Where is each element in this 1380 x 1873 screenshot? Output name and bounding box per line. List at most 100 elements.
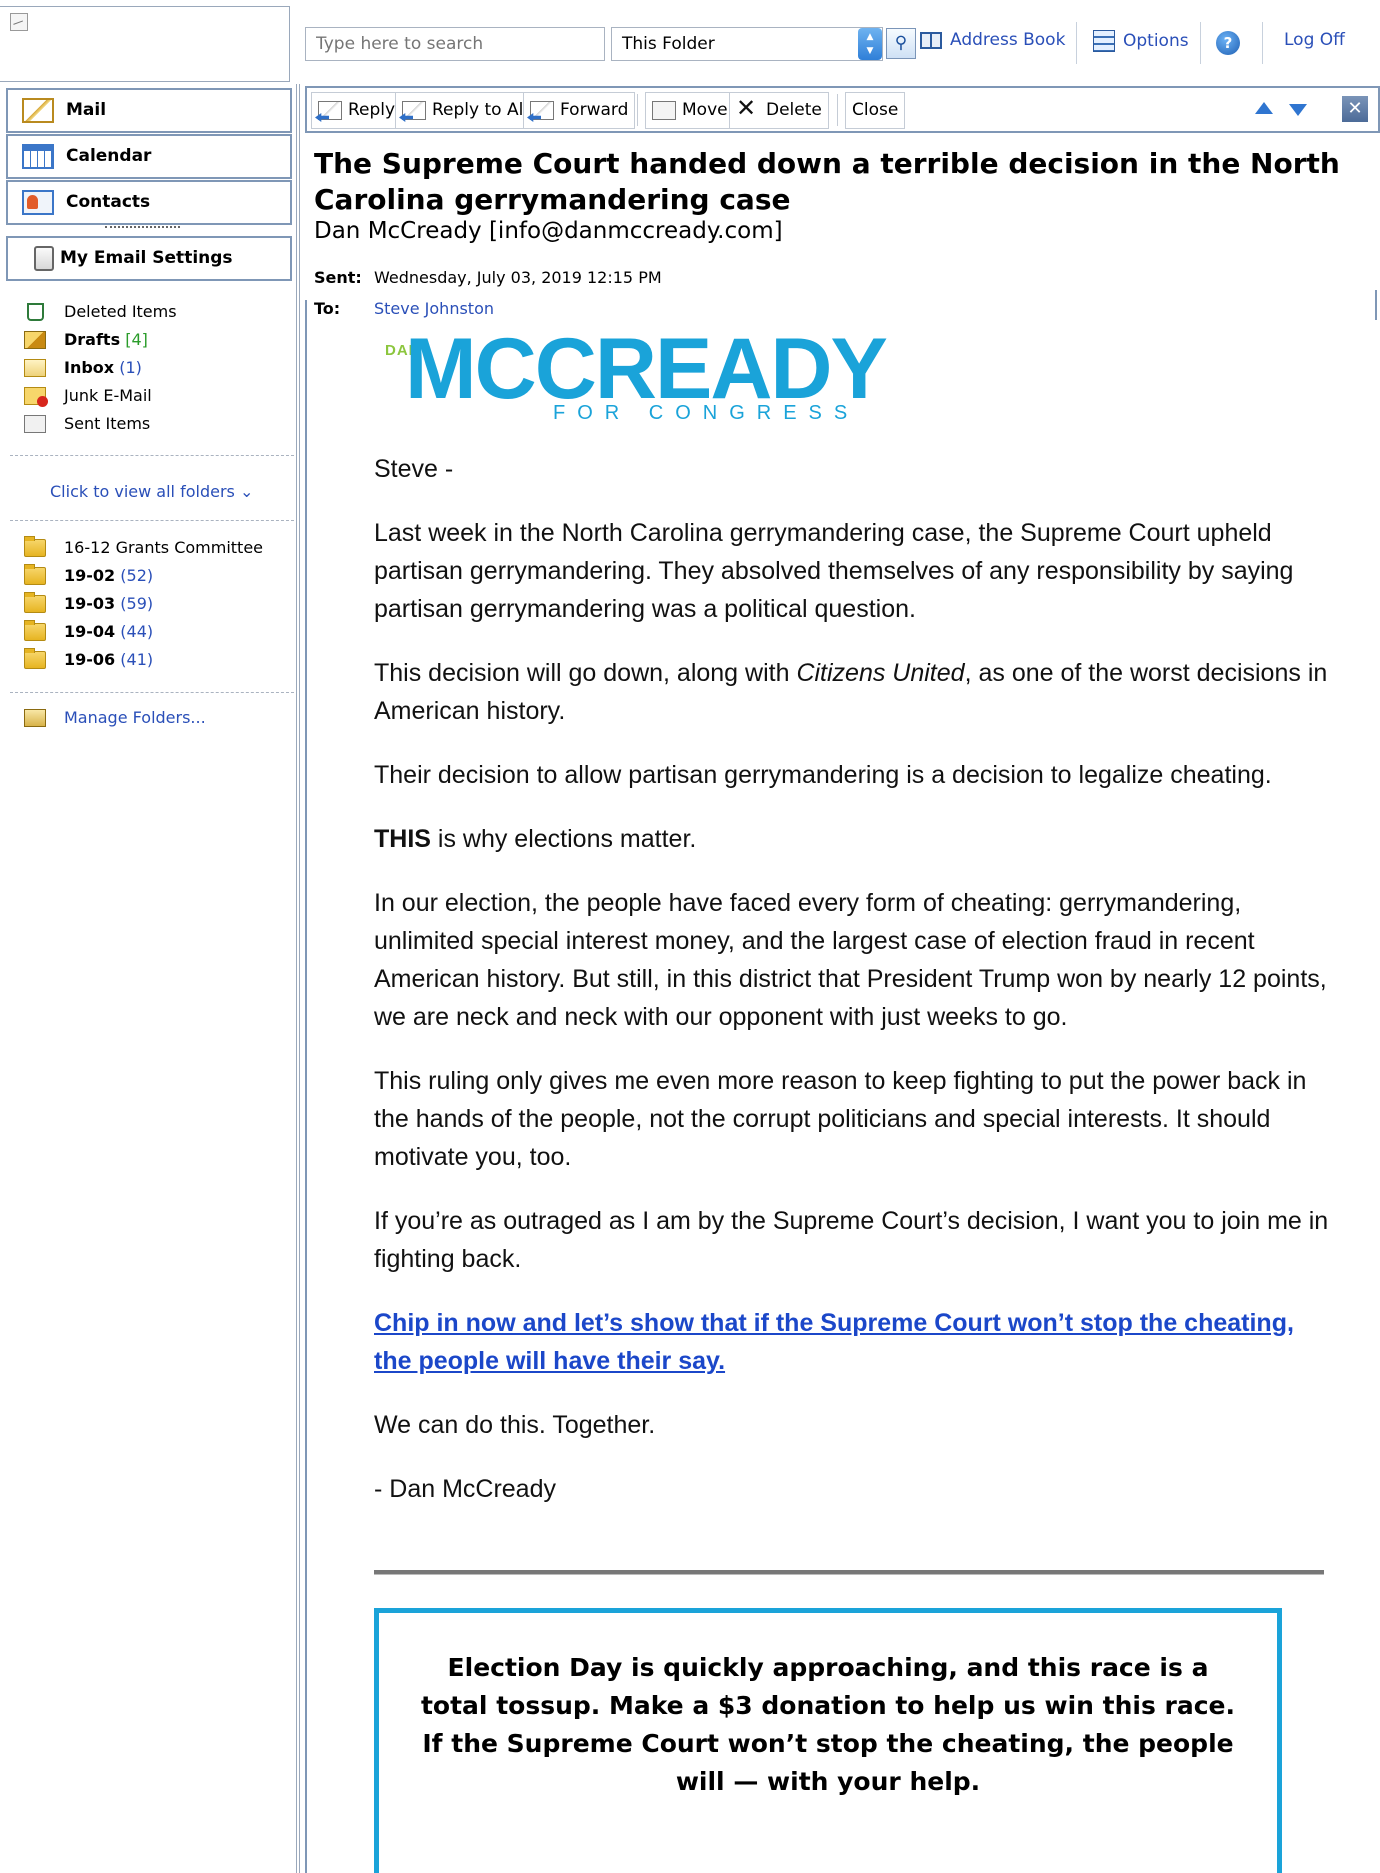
delete-label: Delete (766, 100, 822, 120)
sent-label: Sent: (314, 268, 362, 287)
options-label: Options (1123, 31, 1189, 51)
sent-row: Sent: Wednesday, July 03, 2019 12:15 PM (314, 268, 662, 287)
nav-settings-button[interactable]: My Email Settings (6, 236, 292, 281)
forward-label: Forward (560, 100, 629, 120)
options-link[interactable]: Options (1093, 30, 1189, 52)
folder-label: Deleted Items (64, 302, 177, 321)
emphasis-this: THIS (374, 825, 431, 853)
body-paragraph: This decision will go down, along with C… (374, 659, 1328, 725)
signature: - Dan McCready (374, 1475, 556, 1503)
forward-button[interactable]: Forward (523, 92, 636, 129)
logo-last-name: MCCREADY (405, 321, 888, 417)
contacts-icon (22, 190, 54, 215)
close-reading-pane-icon[interactable]: ✕ (1342, 96, 1368, 122)
help-button[interactable]: ? (1216, 31, 1240, 55)
divider (637, 94, 638, 126)
divider (837, 94, 838, 126)
citizens-united-italic: Citizens United (796, 659, 965, 687)
to-label: To: (314, 299, 341, 318)
nav-contacts-button[interactable]: Contacts (6, 180, 292, 225)
folder-icon (24, 536, 46, 557)
divider (1262, 22, 1263, 64)
sent-value: Wednesday, July 03, 2019 12:15 PM (374, 268, 662, 287)
divider (10, 520, 294, 521)
body-paragraph: If you’re as outraged as I am by the Sup… (374, 1207, 1329, 1273)
greeting: Steve - (374, 455, 454, 483)
body-paragraph: This ruling only gives me even more reas… (374, 1067, 1307, 1171)
reply-button[interactable]: Reply (311, 92, 403, 129)
address-book-label: Address Book (950, 30, 1066, 50)
reply-all-button[interactable]: Reply to All (395, 92, 536, 129)
nav-mail-label: Mail (66, 100, 107, 120)
folder-icon (24, 620, 46, 641)
folder-label: 19-02 (64, 566, 116, 585)
folder-label: Sent Items (64, 414, 151, 433)
settings-icon (34, 246, 54, 271)
folder-label: 19-03 (64, 594, 116, 613)
to-recipient-link[interactable]: Steve Johnston (374, 299, 494, 318)
folder-icon (24, 648, 46, 669)
calendar-icon (22, 144, 54, 169)
body-paragraph: We can do this. Together. (374, 1411, 656, 1439)
navigation-pane: Mail Calendar Contacts My Email Settings (0, 84, 300, 1873)
mail-icon (22, 98, 54, 123)
move-button[interactable]: Move (645, 92, 735, 129)
nav-mail-button[interactable]: Mail (6, 88, 292, 133)
folder-icon (24, 592, 46, 613)
search-scope-select[interactable]: This Folder ▲ ▼ (611, 27, 883, 61)
folder-label: Junk E-Mail (64, 386, 152, 405)
folder-count: (52) (120, 566, 154, 585)
folder-count: (59) (120, 594, 154, 613)
nav-contacts-label: Contacts (66, 192, 151, 212)
folder-count: (1) (119, 358, 142, 377)
previous-message-icon[interactable] (1255, 102, 1273, 114)
delete-x-icon: ✕ (736, 94, 757, 122)
body-paragraph: THIS is why elections matter. (374, 825, 697, 853)
reply-label: Reply (348, 100, 396, 120)
folder-label: Inbox (64, 358, 115, 377)
reply-icon (318, 101, 342, 120)
nav-calendar-button[interactable]: Calendar (6, 134, 292, 179)
mccready-for-congress-logo: DAN MCCREADY FOR CONGRESS (385, 324, 888, 430)
divider (10, 692, 294, 693)
manage-folders-label: Manage Folders... (64, 708, 206, 727)
search-input[interactable] (305, 27, 605, 61)
address-book-icon (920, 31, 942, 49)
message-toolbar: Reply Reply to All Forward Move ✕ Delete … (305, 86, 1380, 133)
log-off-link[interactable]: Log Off (1284, 30, 1345, 50)
folder-label: 16-12 Grants Committee (64, 538, 264, 557)
nav-settings-label: My Email Settings (60, 248, 233, 268)
folder-label: 19-06 (64, 650, 116, 669)
view-all-folders-link[interactable]: Click to view all folders ⌄ (50, 482, 253, 501)
delete-button[interactable]: ✕ Delete (729, 92, 829, 129)
body-paragraph: In our election, the people have faced e… (374, 889, 1327, 1031)
body-paragraph: Last week in the North Carolina gerryman… (374, 519, 1294, 623)
folder-label: 19-04 (64, 622, 116, 641)
reply-all-icon (402, 101, 426, 120)
options-icon (1093, 30, 1115, 52)
close-button[interactable]: Close (845, 92, 906, 129)
owa-logo (0, 6, 290, 82)
nav-calendar-label: Calendar (66, 146, 152, 166)
double-chevron-down-icon: ⌄ (239, 482, 254, 501)
folder-count: (44) (120, 622, 154, 641)
help-icon: ? (1216, 31, 1240, 55)
move-icon (652, 101, 676, 120)
drafts-icon (24, 331, 46, 349)
logo-first-name: DAN (385, 342, 421, 359)
divider (1076, 22, 1077, 64)
address-book-link[interactable]: Address Book (920, 30, 1065, 50)
close-label: Close (852, 100, 899, 120)
pane-resize-grip[interactable] (105, 226, 180, 230)
donate-link[interactable]: Chip in now and let’s show that if the S… (374, 1309, 1294, 1375)
reply-all-label: Reply to All (432, 100, 529, 120)
broken-image-icon (10, 13, 28, 31)
inbox-icon (24, 359, 46, 377)
search-button[interactable]: ⚲ (886, 28, 916, 59)
magnifier-icon: ⚲ (894, 33, 908, 53)
select-arrows-icon: ▲ ▼ (858, 28, 882, 60)
next-message-icon[interactable] (1289, 104, 1307, 116)
horizontal-rule (374, 1570, 1324, 1575)
folder-label: Drafts (64, 330, 121, 349)
logo-tagline: FOR CONGRESS (553, 402, 860, 424)
